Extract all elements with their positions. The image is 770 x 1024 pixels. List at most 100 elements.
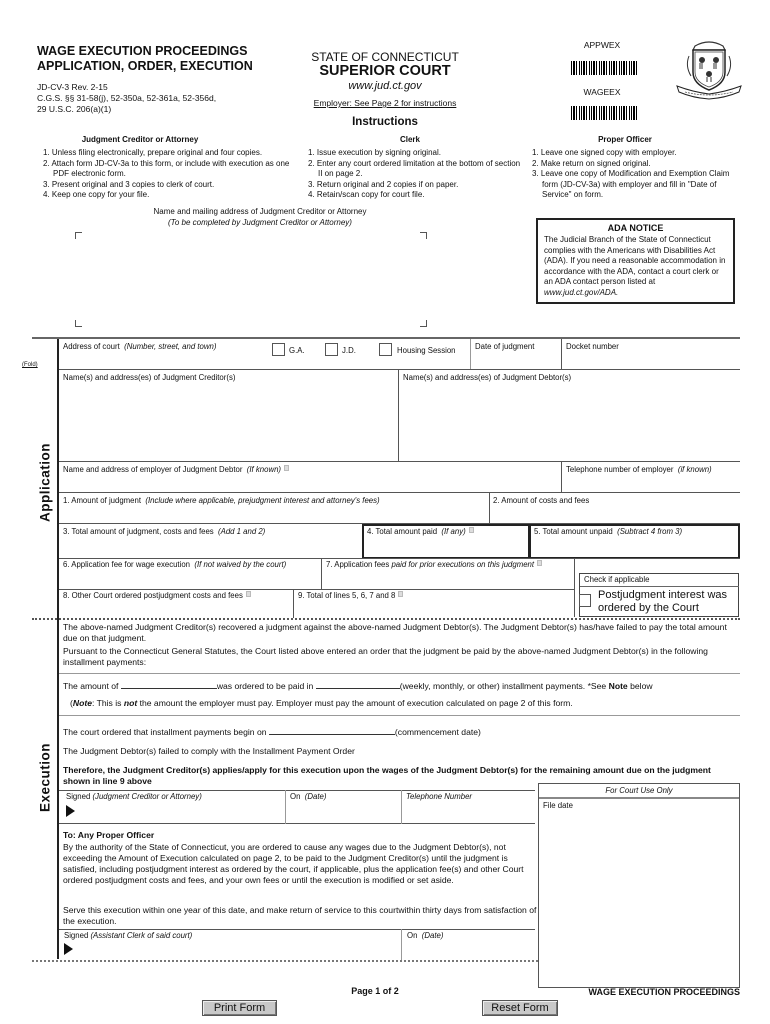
creditor-signature-field[interactable]: [78, 803, 278, 821]
line9-text: 9. Total of lines 5, 6, 7 and 8: [298, 591, 396, 600]
creditors-field[interactable]: [60, 384, 397, 460]
ga-checkbox[interactable]: [272, 343, 285, 356]
date-of-judgment-field[interactable]: [471, 352, 561, 368]
postjudgment-interest-line1: Postjudgment interest was: [598, 589, 728, 601]
help-icon[interactable]: [537, 560, 543, 566]
note-not: not: [123, 698, 138, 708]
section-divider: [32, 618, 740, 620]
line7-label: 7. Application fees paid for prior execu…: [326, 560, 543, 569]
print-form-button[interactable]: Print Form: [202, 1000, 277, 1016]
state-seal-icon: [676, 41, 742, 100]
creditor-instructions-list: 1. Unless filing electronically, prepare…: [43, 148, 298, 201]
form-id: JD-CV-3 Rev. 2-15: [37, 82, 108, 92]
amount-of-judgment-field[interactable]: [60, 508, 488, 522]
mailing-address-field[interactable]: [75, 232, 427, 327]
help-icon[interactable]: [398, 591, 404, 597]
reset-form-button[interactable]: Reset Form: [482, 1000, 558, 1016]
signed-text: Signed: [66, 792, 91, 801]
date-of-judgment-label: Date of judgment: [475, 342, 535, 351]
list-item: 4. Retain/scan copy for court file.: [308, 190, 425, 199]
employer-phone-field[interactable]: [562, 476, 740, 490]
clerk-instructions-list: 1. Issue execution by signing original. …: [308, 148, 523, 201]
creditor-sign-date-field[interactable]: [287, 803, 399, 821]
clerk-signature-field[interactable]: [76, 941, 396, 958]
clerk-signed-text: Signed: [64, 931, 89, 940]
bottom-divider: [32, 960, 538, 962]
employer-phone-hint: (if known): [677, 465, 712, 474]
telephone-label: Telephone Number: [406, 792, 473, 801]
commencement-date-field[interactable]: [268, 726, 395, 735]
list-item: 4. Keep one copy for your file.: [43, 190, 150, 199]
postjudgment-interest-line2: ordered by the Court: [598, 602, 699, 614]
line6-hint: (If not waived by the court): [194, 560, 287, 569]
barcode2-label: WAGEEX: [583, 87, 621, 97]
costs-and-fees-field[interactable]: [490, 508, 740, 522]
line5-text: 5. Total amount unpaid: [534, 527, 613, 536]
total-lines-field[interactable]: [294, 602, 572, 616]
prior-fees-field[interactable]: [322, 572, 574, 588]
help-icon[interactable]: [284, 465, 290, 471]
signed-hint: (Judgment Creditor or Attorney): [92, 792, 202, 801]
form-title-line1: WAGE EXECUTION PROCEEDINGS: [37, 44, 248, 58]
line6-label: 6. Application fee for wage execution (I…: [63, 560, 286, 569]
website-link[interactable]: www.jud.ct.gov: [300, 80, 470, 92]
docket-number-field[interactable]: [562, 352, 740, 368]
total-amount-field[interactable]: [60, 538, 360, 556]
employer-hint: (If known): [246, 465, 282, 474]
jd-label: J.D.: [342, 346, 356, 355]
file-date-label: File date: [543, 801, 573, 810]
clerk-on-date-label: On (Date): [407, 931, 443, 940]
mailing-address-sub: (To be completed by Judgment Creditor or…: [168, 217, 352, 227]
telephone-field[interactable]: [403, 803, 533, 821]
form-identifiers: JD-CV-3 Rev. 2-15 C.G.S. §§ 31-58(j), 52…: [37, 82, 216, 115]
postjudgment-interest-checkbox[interactable]: [579, 594, 591, 607]
ordered-paid-label: was ordered to be paid in: [216, 681, 314, 691]
corner-mark: [420, 320, 427, 327]
divider: [59, 558, 740, 559]
officer-instructions-list: 1. Leave one signed copy with employer. …: [532, 148, 737, 201]
postjudgment-interest-label: Postjudgment interest was ordered by the…: [598, 589, 727, 615]
employer-field[interactable]: [60, 476, 560, 490]
mailing-address-label: Name and mailing address of Judgment Cre…: [153, 207, 367, 216]
commencement-line: The court ordered that installment payme…: [63, 726, 481, 738]
creditors-label: Name(s) and address(es) of Judgment Cred…: [63, 373, 236, 382]
line1-hint: (Include where applicable, prejudgment i…: [145, 496, 380, 505]
installment-amount-field[interactable]: [120, 680, 217, 689]
line7-text: 7. Application fees: [326, 560, 390, 569]
debtors-field[interactable]: [400, 384, 740, 460]
to-officer-heading: To: Any Proper Officer: [63, 830, 155, 840]
other-costs-field[interactable]: [60, 602, 292, 616]
barcode-icon: [571, 106, 639, 120]
clerk-sign-date-field[interactable]: [403, 941, 533, 958]
barcode-icon: [571, 61, 639, 75]
clerk-on-text: On: [407, 931, 418, 940]
note-label: Note: [72, 698, 92, 708]
help-icon[interactable]: [468, 527, 474, 533]
divider: [401, 929, 402, 960]
divider: [574, 559, 575, 617]
housing-session-checkbox[interactable]: [379, 343, 392, 356]
employer-note: Employer: See Page 2 for instructions: [313, 98, 457, 108]
help-icon[interactable]: [245, 591, 251, 597]
court-address-label: Address of court (Number, street, and to…: [63, 342, 216, 351]
sign-here-arrow-icon: [64, 943, 73, 955]
divider: [285, 790, 286, 824]
form-title: WAGE EXECUTION PROCEEDINGS APPLICATION, …: [37, 44, 253, 74]
court-address-hint: (Number, street, and town): [124, 342, 217, 351]
list-item: 2. Attach form JD-CV-3a to this form, or…: [43, 158, 290, 179]
on-date-label: On (Date): [290, 792, 326, 801]
corner-mark: [75, 320, 82, 327]
jd-checkbox[interactable]: [325, 343, 338, 356]
below-label: below: [627, 681, 653, 691]
divider: [59, 461, 740, 462]
ada-link[interactable]: www.jud.ct.gov/ADA.: [544, 288, 618, 297]
installment-amount-line: The amount of was ordered to be paid in …: [63, 680, 743, 692]
on-hint: (Date): [304, 792, 327, 801]
divider: [59, 589, 574, 590]
page-number: Page 1 of 2: [351, 986, 399, 996]
application-fee-field[interactable]: [60, 572, 320, 588]
clerk-signed-label: Signed (Assistant Clerk of said court): [64, 931, 192, 940]
installment-frequency-field[interactable]: [315, 680, 400, 689]
instructions-title: Instructions: [352, 116, 418, 128]
list-item: 3. Present original and 3 copies to cler…: [43, 179, 215, 189]
